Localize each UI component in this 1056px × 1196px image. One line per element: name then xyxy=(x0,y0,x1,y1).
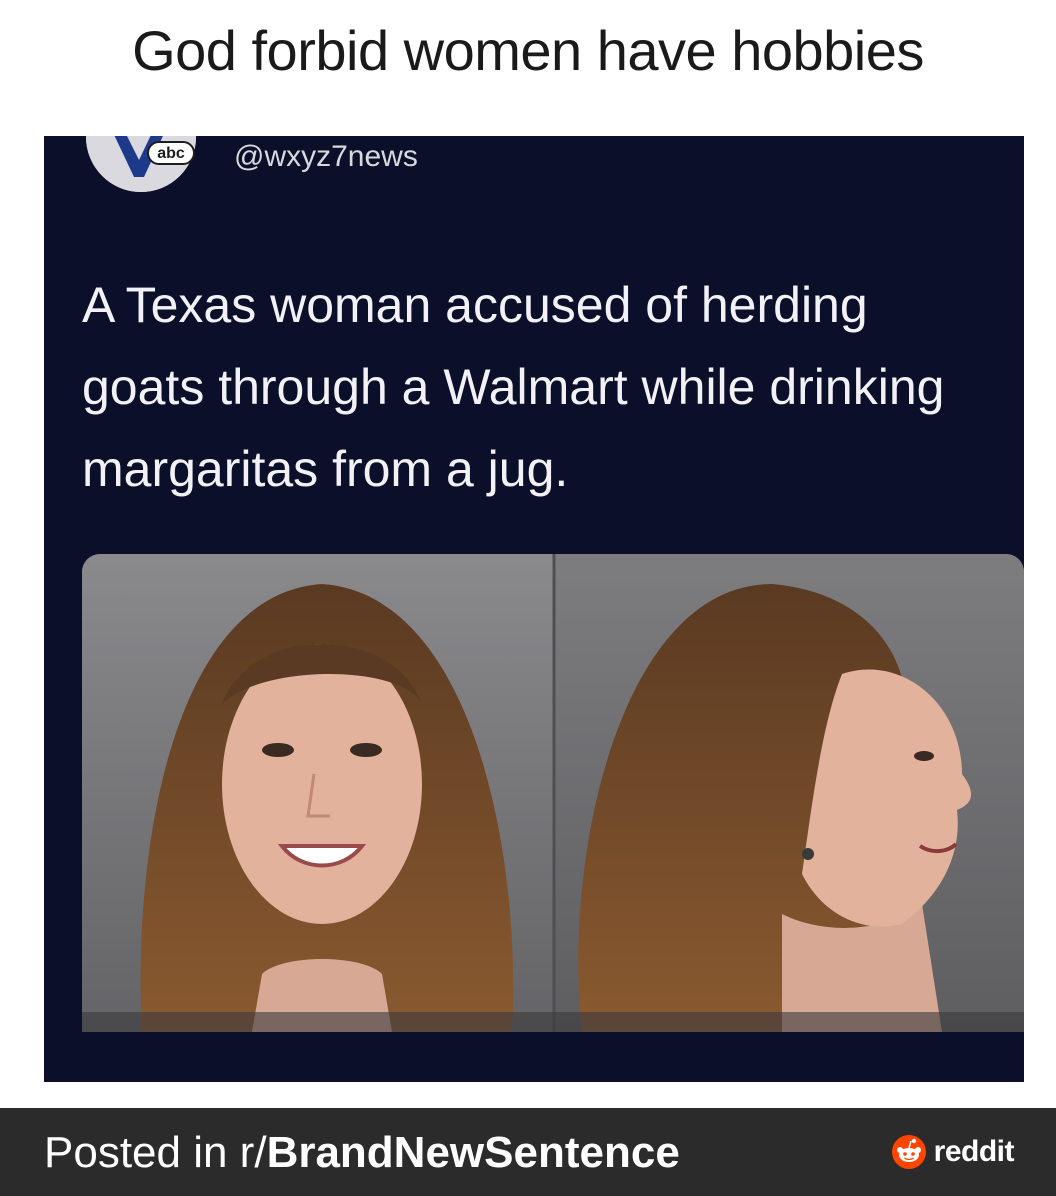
reddit-brand[interactable]: reddit xyxy=(891,1134,1015,1170)
footer-bar: Posted in r/BrandNewSentence reddit xyxy=(0,1108,1056,1196)
mugshot-photo xyxy=(82,554,1024,1032)
reddit-wordmark: reddit xyxy=(933,1135,1015,1168)
subreddit-name[interactable]: BrandNewSentence xyxy=(267,1128,680,1177)
tweet-handle[interactable]: @wxyz7news xyxy=(234,140,418,174)
meme-caption: God forbid women have hobbies xyxy=(132,19,924,82)
abc-news-logo-icon: abc xyxy=(86,136,196,192)
tweet-screenshot: abc @wxyz7news A Texas woman accused of … xyxy=(44,136,1024,1082)
abc-logo-text: abc xyxy=(157,145,185,162)
posted-prefix: Posted in r/ xyxy=(44,1128,267,1177)
reddit-snoo-icon xyxy=(891,1135,926,1169)
news-avatar[interactable]: abc xyxy=(86,136,196,192)
tweet-headline: A Texas woman accused of herding goats t… xyxy=(82,277,945,497)
posted-in-label: Posted in r/BrandNewSentence xyxy=(44,1128,680,1178)
